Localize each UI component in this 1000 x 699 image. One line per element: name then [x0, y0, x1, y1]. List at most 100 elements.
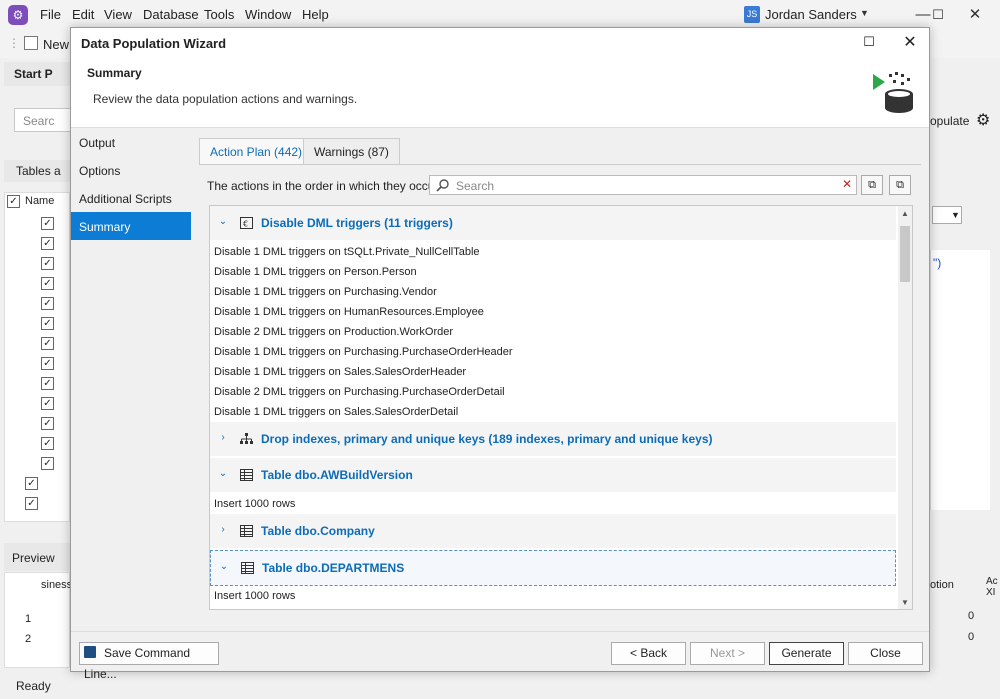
menu-database[interactable]: Database	[143, 7, 199, 22]
row-checkbox[interactable]: ✓	[41, 417, 54, 430]
menu-tools[interactable]: Tools	[204, 7, 234, 22]
row-checkbox[interactable]: ✓	[41, 317, 54, 330]
new-doc-icon[interactable]	[24, 36, 38, 50]
group-title: Disable DML triggers (11 triggers)	[261, 216, 453, 230]
group-title: Table dbo.DEPARTMENS	[262, 561, 405, 575]
group-table-awbuildversion[interactable]: ⌄ Table dbo.AWBuildVersion	[210, 458, 896, 492]
bg-search-input[interactable]: Searc	[14, 108, 74, 132]
collapse-all-button[interactable]: ⧉	[889, 175, 911, 195]
tab-warnings[interactable]: Warnings (87)	[303, 138, 400, 165]
nav-item-summary[interactable]: Summary	[71, 212, 191, 240]
save-command-line-button[interactable]: Save Command Line...	[79, 642, 219, 681]
trigger-icon: €	[240, 217, 253, 229]
chevron-down-icon[interactable]: ⌄	[218, 468, 228, 479]
menu-window[interactable]: Window	[245, 7, 291, 22]
generate-button[interactable]: Generate	[769, 642, 844, 665]
chevron-down-icon[interactable]: ⌄	[219, 561, 229, 572]
data-population-wizard-dialog: Data Population Wizard ☐ ✕ Summary Revie…	[70, 27, 930, 681]
menu-view[interactable]: View	[104, 7, 132, 22]
row-checkbox[interactable]: ✓	[41, 437, 54, 450]
tab-action-plan[interactable]: Action Plan (442)	[199, 138, 314, 165]
scroll-up-icon[interactable]: ▲	[898, 209, 912, 218]
row-checkbox[interactable]: ✓	[41, 357, 54, 370]
close-icon[interactable]: ✕	[960, 4, 990, 26]
clear-search-icon[interactable]: ✕	[842, 177, 852, 191]
option-column-header: otion	[930, 579, 954, 591]
populate-button[interactable]: opulate	[930, 114, 969, 128]
group-disable-dml-triggers[interactable]: ⌄ € Disable DML triggers (11 triggers)	[210, 206, 896, 240]
preview-tab[interactable]: Preview	[4, 543, 74, 571]
maximize-icon[interactable]: ☐	[923, 4, 953, 26]
close-button[interactable]: Close	[848, 642, 923, 665]
group-title: Table dbo.Company	[261, 524, 375, 538]
list-item: Disable 1 DML triggers on Purchasing.Pur…	[210, 342, 896, 362]
group-table-departmens[interactable]: ⌄ Table dbo.DEPARTMENS	[210, 550, 896, 586]
nav-item-options[interactable]: Options	[71, 156, 191, 184]
gear-icon[interactable]: ⚙	[976, 110, 990, 130]
code-fragment: ")	[933, 256, 942, 270]
bg-search-placeholder: Searc	[23, 114, 55, 128]
select-all-checkbox[interactable]: ✓	[7, 195, 20, 208]
chevron-right-icon[interactable]: ›	[218, 524, 228, 535]
row-checkbox[interactable]: ✓	[41, 377, 54, 390]
page-title: Summary	[87, 66, 142, 80]
row-checkbox[interactable]: ✓	[41, 217, 54, 230]
wizard-nav: Output Options Additional Scripts Summar…	[71, 128, 191, 631]
row-number: 2	[25, 633, 32, 645]
chevron-right-icon[interactable]: ›	[218, 432, 228, 443]
tables-grid: ✓ Name ✓ ✓ ✓ ✓ ✓ ✓ ✓ ✓ ✓ ✓ ✓ ✓ ✓ ✓ ✓	[4, 192, 70, 522]
chevron-down-icon[interactable]: ⌄	[218, 216, 228, 227]
user-name[interactable]: Jordan Sanders	[765, 7, 857, 22]
svg-text:€: €	[243, 220, 248, 229]
back-button[interactable]: < Back	[611, 642, 686, 665]
nav-item-output[interactable]: Output	[71, 128, 191, 156]
action-plan-description: The actions in the order in which they o…	[207, 179, 442, 193]
group-drop-indexes[interactable]: › Drop indexes, primary and unique keys …	[210, 422, 896, 456]
search-input[interactable]: Search ✕	[429, 175, 857, 195]
list-item: Disable 2 DML triggers on Purchasing.Pur…	[210, 382, 896, 402]
row-checkbox[interactable]: ✓	[41, 337, 54, 350]
row-checkbox[interactable]: ✓	[41, 237, 54, 250]
next-button[interactable]: Next >	[690, 642, 765, 665]
start-page-label: Start P	[14, 67, 53, 81]
row-number: 1	[25, 613, 32, 625]
menu-bar: ⚙ File Edit View Database Tools Window H…	[0, 0, 1000, 30]
chevron-down-icon[interactable]: ▼	[860, 8, 869, 18]
list-item: Disable 1 DML triggers on Person.Person	[210, 262, 896, 282]
search-icon	[436, 179, 449, 192]
row-checkbox[interactable]: ✓	[41, 277, 54, 290]
group-table-company[interactable]: › Table dbo.Company	[210, 514, 896, 548]
nav-item-additional-scripts[interactable]: Additional Scripts	[71, 184, 191, 212]
data-population-icon	[873, 72, 913, 113]
index-tree-icon	[240, 433, 253, 444]
dropdown-chevron-icon[interactable]: ▼	[932, 206, 962, 224]
menu-file[interactable]: File	[40, 7, 61, 22]
vertical-scrollbar[interactable]: ▲ ▼	[898, 206, 912, 609]
row-checkbox[interactable]: ✓	[41, 397, 54, 410]
list-item: Disable 1 DML triggers on Sales.SalesOrd…	[210, 402, 896, 422]
preview-tab-label: Preview	[12, 551, 55, 565]
wizard-footer: Save Command Line... < Back Next > Gener…	[71, 631, 929, 681]
row-checkbox[interactable]: ✓	[25, 477, 38, 490]
new-button[interactable]: New	[43, 37, 69, 52]
scrollbar-thumb[interactable]	[900, 226, 910, 282]
close-icon[interactable]: ✕	[900, 32, 920, 52]
expand-all-button[interactable]: ⧉	[861, 175, 883, 195]
name-column-header: Name	[25, 195, 55, 207]
list-item: Disable 1 DML triggers on HumanResources…	[210, 302, 896, 322]
row-checkbox[interactable]: ✓	[41, 297, 54, 310]
table-icon	[240, 469, 253, 481]
row-value: 0	[968, 610, 975, 622]
maximize-icon[interactable]: ☐	[861, 34, 877, 50]
tables-tab[interactable]: Tables a	[4, 160, 74, 182]
action-plan-list: ⌄ € Disable DML triggers (11 triggers) D…	[209, 205, 913, 610]
start-page-tab[interactable]: Start P	[4, 62, 74, 86]
status-text: Ready	[16, 679, 51, 693]
scroll-down-icon[interactable]: ▼	[898, 598, 912, 607]
list-item: Disable 1 DML triggers on Purchasing.Ven…	[210, 282, 896, 302]
row-checkbox[interactable]: ✓	[25, 497, 38, 510]
menu-help[interactable]: Help	[302, 7, 329, 22]
menu-edit[interactable]: Edit	[72, 7, 94, 22]
row-checkbox[interactable]: ✓	[41, 457, 54, 470]
row-checkbox[interactable]: ✓	[41, 257, 54, 270]
